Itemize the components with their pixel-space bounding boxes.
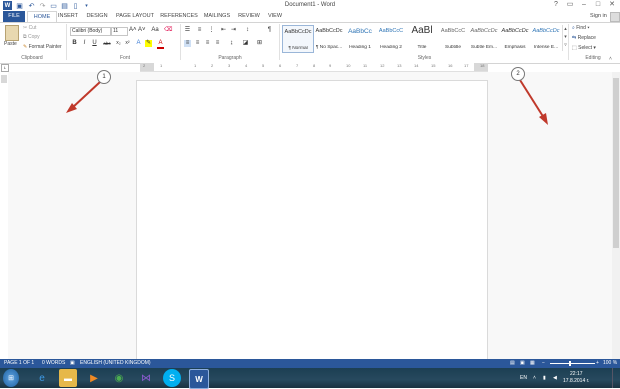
web-layout-icon[interactable]: ▦ <box>530 359 535 368</box>
callout-two: 2 <box>511 67 525 81</box>
zoom-slider[interactable] <box>550 363 595 364</box>
arrow-2-head <box>539 113 548 125</box>
read-mode-icon[interactable]: ▤ <box>510 359 515 368</box>
show-desktop-button[interactable] <box>612 368 620 388</box>
start-button[interactable]: ⊞ <box>3 369 19 387</box>
file-explorer-icon[interactable]: ▬ <box>59 369 77 387</box>
annotation-arrows <box>66 79 548 125</box>
clock-time[interactable]: 22:17 <box>570 371 583 377</box>
internet-explorer-icon[interactable]: e <box>33 369 51 387</box>
chrome-icon[interactable]: ◉ <box>110 369 128 387</box>
arrow-1 <box>71 81 101 109</box>
tray-arrow-icon[interactable]: ˄ <box>533 375 536 381</box>
callout-one: 1 <box>97 70 111 84</box>
clock-date[interactable]: 17.8.2014 г. <box>563 378 589 384</box>
status-bar: PAGE 1 OF 1 0 WORDS ▣ ENGLISH (UNITED KI… <box>0 359 620 368</box>
zoom-in-button[interactable]: + <box>596 359 599 368</box>
print-layout-icon[interactable]: ▣ <box>520 359 525 368</box>
proofing-icon[interactable]: ▣ <box>70 359 75 368</box>
zoom-out-button[interactable]: − <box>542 359 545 368</box>
volume-icon[interactable]: ◀ <box>553 375 557 381</box>
network-icon[interactable]: ▮ <box>543 375 546 381</box>
word-taskbar-icon[interactable]: W <box>189 369 209 389</box>
zoom-slider-thumb[interactable] <box>569 361 571 366</box>
skype-icon[interactable]: S <box>163 369 181 387</box>
arrow-2 <box>519 79 545 119</box>
visual-studio-icon[interactable]: ⋈ <box>137 369 155 387</box>
media-player-icon[interactable]: ▶ <box>85 369 103 387</box>
word-count[interactable]: 0 WORDS <box>42 359 65 368</box>
keyboard-language[interactable]: EN <box>520 375 527 381</box>
language-indicator[interactable]: ENGLISH (UNITED KINGDOM) <box>80 359 151 368</box>
page-count[interactable]: PAGE 1 OF 1 <box>4 359 34 368</box>
zoom-level[interactable]: 100 % <box>603 359 617 368</box>
